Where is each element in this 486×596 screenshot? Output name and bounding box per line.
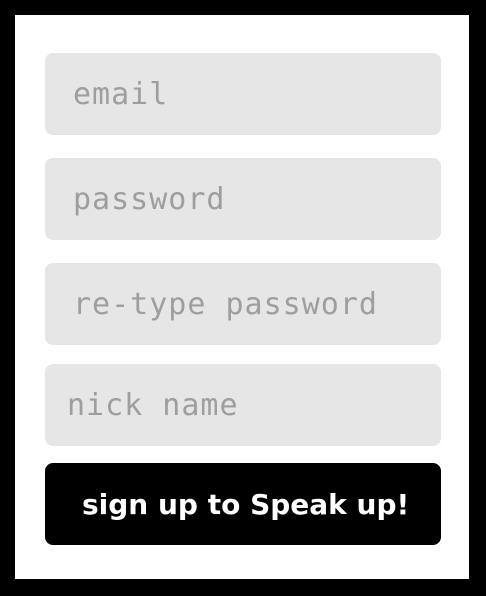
email-field[interactable] [45,53,441,135]
nickname-field[interactable] [45,364,441,446]
signup-panel: sign up to Speak up! [15,15,469,579]
retype-password-field[interactable] [45,263,441,345]
password-field-container [45,158,441,240]
retype-password-field-container [45,263,441,345]
nickname-field-container [45,364,441,446]
signup-button[interactable]: sign up to Speak up! [45,463,441,545]
email-field-container [45,53,441,135]
password-field[interactable] [45,158,441,240]
